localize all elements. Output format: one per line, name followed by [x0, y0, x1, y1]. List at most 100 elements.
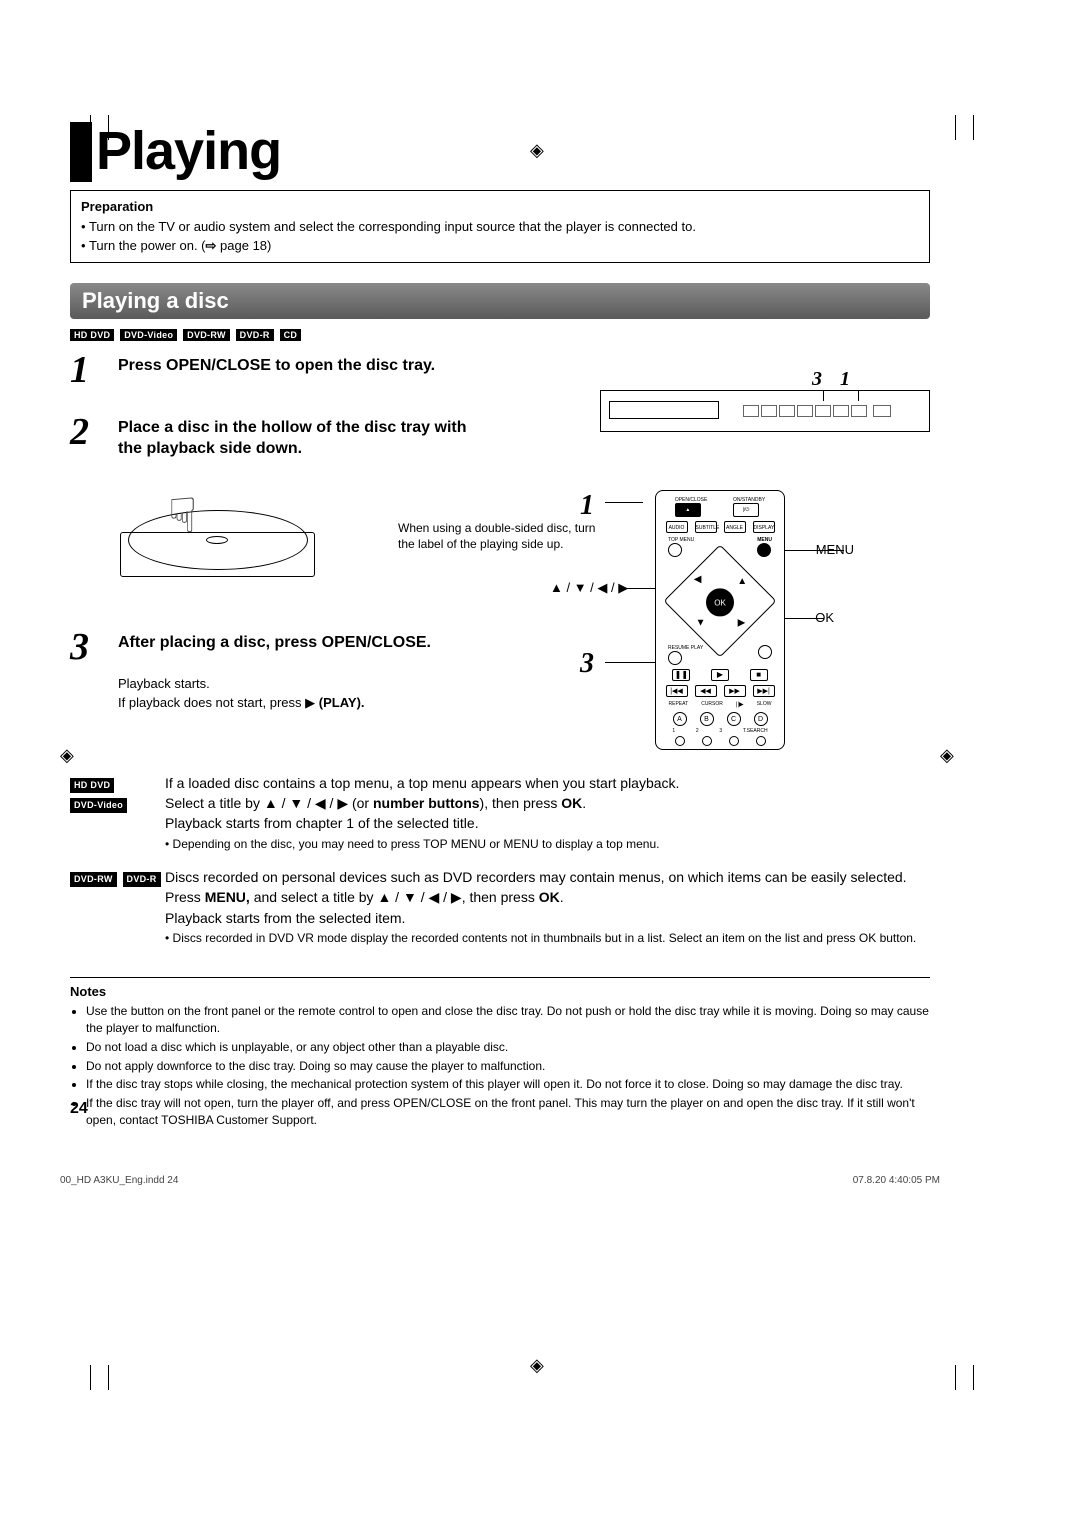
rm-tsearch [756, 736, 766, 746]
footer-right: 07.8.20 4:40:05 PM [853, 1175, 940, 1186]
title-text: Playing [96, 120, 281, 182]
rm-resume-label: RESUME PLAY [668, 645, 703, 651]
rm-dpad: OK ▲ ▼ ◀ ▶ [663, 544, 776, 657]
hand-icon: ☟ [168, 488, 197, 544]
prep-bullet-2a: Turn the power on. ( [89, 238, 206, 253]
info1-sub: Depending on the disc, you may need to p… [173, 837, 660, 851]
info2-l2a: Press [165, 889, 205, 905]
info2-l2e: . [560, 889, 564, 905]
player-front-illustration: 3 1 [600, 390, 930, 440]
info1-l2a: Select a title by ▲ / ▼ / ◀ / ▶ (or [165, 795, 373, 811]
info2-badge-dvdr: DVD-R [123, 872, 161, 887]
rm-subtitle: SUBTITLE [695, 521, 717, 533]
step-2-note: When using a double-sided disc, turn the… [398, 520, 598, 552]
remote-callout-1: 1 [580, 490, 594, 522]
step-3: 3 After placing a disc, press OPEN/CLOSE… [70, 628, 930, 666]
rm-slow-label: SLOW [757, 701, 772, 708]
rm-topmenu [668, 543, 682, 557]
badge-dvdr: DVD-R [236, 329, 274, 341]
badge-hddvd: HD DVD [70, 329, 114, 341]
note-5: If the disc tray will not open, turn the… [86, 1095, 930, 1129]
step-number-3: 3 [70, 628, 110, 666]
remote-label-arrows: ▲ / ▼ / ◀ / ▶ [550, 580, 628, 596]
step-text-2: Place a disc in the hollow of the disc t… [118, 413, 478, 460]
remote-callout-3: 3 [580, 648, 594, 680]
info2-l2c: and select a title by ▲ / ▼ / ◀ / ▶, the… [250, 889, 539, 905]
info1-l2c: ), then press [480, 795, 562, 811]
rm-cursor-label: CURSOR [701, 701, 723, 708]
info2-line3: Playback starts from the selected item. [165, 908, 930, 928]
rm-menu-label: MENU [757, 537, 772, 543]
info1-line1: If a loaded disc contains a top menu, a … [165, 773, 930, 793]
divider [70, 977, 930, 978]
badge-cd: CD [280, 329, 302, 341]
rm-c: C [727, 712, 741, 726]
disc-insert-illustration: ☟ When using a double-sided disc, turn t… [118, 470, 318, 610]
rm-topmenu-label: TOP MENU [668, 537, 694, 543]
remote-illustration: 1 3 MENU ▲ / ▼ / ◀ / ▶ OK OPEN/CLOSE ▲ O… [640, 490, 800, 750]
rm-open-button: ▲ [675, 503, 701, 517]
rm-play: ▶ [711, 669, 729, 681]
rm-standby-button: |/⏻ [733, 503, 759, 517]
register-mark-icon: ◈ [530, 1355, 544, 1376]
info2-line1: Discs recorded on personal devices such … [165, 867, 930, 887]
rm-num2 [702, 736, 712, 746]
rm-ok: OK [706, 588, 734, 616]
preparation-box: Preparation • Turn on the TV or audio sy… [70, 190, 930, 263]
info1-badge-hddvd: HD DVD [70, 778, 114, 793]
note-4: If the disc tray stops while closing, th… [86, 1076, 930, 1093]
info1-line3: Playback starts from chapter 1 of the se… [165, 813, 930, 833]
play-icon: ▶ [305, 693, 315, 713]
info1-l2e: . [582, 795, 586, 811]
notes-heading: Notes [70, 984, 930, 999]
callout-3: 3 [812, 368, 822, 391]
rm-pause: ❚❚ [672, 669, 690, 681]
rm-num3 [729, 736, 739, 746]
step-number-1: 1 [70, 351, 110, 389]
step-3-sub1: Playback starts. [118, 674, 930, 694]
rm-angle: ANGLE [724, 521, 746, 533]
info2-l2d: OK [539, 889, 560, 905]
rm-skip-back: |◀◀ [666, 685, 688, 697]
rm-return [758, 645, 772, 659]
step-number-2: 2 [70, 413, 110, 460]
rm-rew: ◀◀ [695, 685, 717, 697]
prep-bullet-2b: page 18) [216, 238, 271, 253]
rm-repeat-label: REPEAT [669, 701, 689, 708]
callout-1: 1 [840, 368, 850, 391]
rm-open-label: OPEN/CLOSE [675, 497, 708, 503]
badge-dvdrw: DVD-RW [183, 329, 230, 341]
step-text-1: Press OPEN/CLOSE to open the disc tray. [118, 351, 435, 389]
rm-b: B [700, 712, 714, 726]
rm-d: D [754, 712, 768, 726]
note-1: Use the button on the front panel or the… [86, 1003, 930, 1037]
page-title: Playing [70, 120, 930, 182]
rm-audio: AUDIO [666, 521, 688, 533]
footer-left: 00_HD A3KU_Eng.indd 24 [60, 1175, 178, 1186]
note-2: Do not load a disc which is unplayable, … [86, 1039, 930, 1056]
info2-badge-dvdrw: DVD-RW [70, 872, 117, 887]
register-mark-icon: ◈ [940, 745, 954, 766]
info1-badge-dvdvideo: DVD-Video [70, 798, 127, 813]
info2-l2b: MENU, [205, 889, 250, 905]
arrow-ref-icon: ⇨ [206, 238, 217, 253]
step-text-3: After placing a disc, press OPEN/CLOSE. [118, 628, 431, 666]
rm-num1 [675, 736, 685, 746]
step-3-sub2b: (PLAY). [315, 695, 364, 710]
info2-sub: Discs recorded in DVD VR mode display th… [173, 931, 917, 945]
info1-l2d: OK [561, 795, 582, 811]
rm-resume [668, 651, 682, 665]
rm-tsearch-label: T.SEARCH [743, 728, 768, 734]
notes-list: Use the button on the front panel or the… [70, 1003, 930, 1129]
step-3-sub2a: If playback does not start, press [118, 695, 305, 710]
info1-l2b: number buttons [373, 795, 480, 811]
rm-menu [757, 543, 771, 557]
section-heading: Playing a disc [70, 283, 930, 319]
rm-standby-label: ON/STANDBY [733, 497, 765, 503]
preparation-heading: Preparation [81, 197, 919, 217]
page-number: 24 [70, 1100, 88, 1118]
badge-dvdvideo: DVD-Video [120, 329, 177, 341]
rm-skip-fwd: ▶▶| [753, 685, 775, 697]
rm-ff: ▶▶ [724, 685, 746, 697]
format-badges: HD DVD DVD-Video DVD-RW DVD-R CD [70, 325, 930, 341]
